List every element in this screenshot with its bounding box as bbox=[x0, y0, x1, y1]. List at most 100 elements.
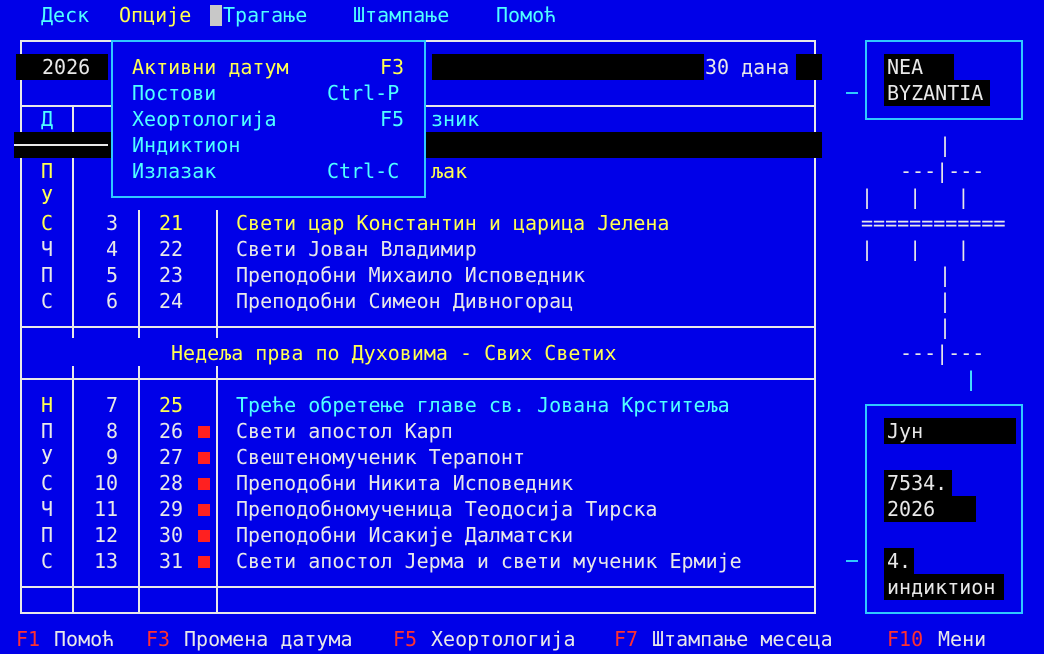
row-title: љак bbox=[431, 159, 468, 183]
row-julian-day: 26 bbox=[159, 419, 184, 443]
dropdown-item-shortcut: F3 bbox=[380, 55, 405, 79]
row-title: Преподобни Михаило Исповедник bbox=[236, 263, 586, 287]
row-julian-day: 27 bbox=[159, 445, 184, 469]
row-weekday: П bbox=[41, 263, 54, 287]
cross-line: | | | bbox=[861, 237, 970, 261]
row-weekday: П bbox=[41, 523, 54, 547]
info-connector bbox=[846, 560, 858, 562]
hotkey-key: F5 bbox=[393, 627, 418, 651]
dropdown-item-shortcut: Ctrl-P bbox=[327, 81, 400, 105]
row-julian-day: 31 bbox=[159, 549, 184, 573]
hotkey-key: F1 bbox=[16, 627, 41, 651]
row-title: Свети Јован Владимир bbox=[236, 237, 477, 261]
row-weekday: П bbox=[41, 159, 54, 183]
cross-line: | bbox=[939, 315, 952, 339]
fast-marker-icon bbox=[198, 556, 210, 568]
fast-marker-icon bbox=[198, 478, 210, 490]
row-civil-day: 11 bbox=[94, 497, 119, 521]
row-civil-day: 4 bbox=[106, 237, 119, 261]
col-sep bbox=[138, 366, 140, 612]
logo-line-1: NEA bbox=[887, 55, 924, 79]
row-civil-day: 13 bbox=[94, 549, 119, 573]
cross-line: | bbox=[965, 367, 978, 391]
row-title: Свети апостол Јерма и свети мученик Ерми… bbox=[236, 549, 742, 573]
row-civil-day: 9 bbox=[106, 445, 119, 469]
row-weekday: Ч bbox=[41, 497, 54, 521]
fast-marker-icon bbox=[198, 426, 210, 438]
logo-line-2: BYZANTIA bbox=[887, 81, 984, 105]
row-title: Свештеномученик Терапонт bbox=[236, 445, 525, 469]
row-weekday: С bbox=[41, 211, 54, 235]
row-julian-day: 30 bbox=[159, 523, 184, 547]
fast-marker-icon bbox=[198, 452, 210, 464]
civil-year: 2026 bbox=[887, 497, 936, 521]
row-weekday: С bbox=[41, 289, 54, 313]
col-sep bbox=[138, 210, 140, 338]
header-bar-end bbox=[796, 54, 822, 80]
year-field[interactable]: 2026 bbox=[42, 54, 90, 80]
dropdown-item-label: Хеортологија bbox=[132, 107, 277, 131]
indiction-number: 4. bbox=[887, 549, 912, 573]
hotkey-label: Помоћ bbox=[54, 627, 115, 651]
row-title: Свети цар Константин и царица Јелена bbox=[236, 211, 670, 235]
cross-line: | bbox=[939, 133, 952, 157]
row-civil-day: 12 bbox=[94, 523, 119, 547]
fast-marker-icon bbox=[198, 504, 210, 516]
dropdown-item-label: Излазак bbox=[132, 159, 217, 183]
row-civil-day: 7 bbox=[106, 393, 119, 417]
row-title: Преподобни Исакије Далматски bbox=[236, 523, 574, 547]
dropdown-item-label: Индиктион bbox=[132, 133, 241, 157]
row-julian-day: 23 bbox=[159, 263, 184, 287]
col-header-saint: зник bbox=[431, 107, 480, 131]
fast-marker-icon bbox=[198, 530, 210, 542]
row-title: Преподобномученица Теодосија Тирска bbox=[236, 497, 658, 521]
period-label: 30 дана bbox=[705, 55, 790, 79]
row-civil-day: 6 bbox=[106, 289, 119, 313]
row-title: Преподобни Никита Исповедник bbox=[236, 471, 574, 495]
col-sep bbox=[72, 158, 74, 338]
month-label: Јун bbox=[887, 419, 924, 443]
row-title: Треће обретење главе св. Јована Крститељ… bbox=[236, 393, 730, 417]
col-sep bbox=[216, 210, 218, 338]
row-weekday: С bbox=[41, 549, 54, 573]
menu-desk[interactable]: Деск bbox=[41, 2, 89, 28]
hotkey-key: F3 bbox=[146, 627, 171, 651]
hotkey-label: Мени bbox=[938, 627, 987, 651]
dropdown-item-shortcut: F5 bbox=[380, 107, 405, 131]
col-sep bbox=[216, 366, 218, 612]
row-weekday: У bbox=[41, 185, 54, 209]
row-julian-day: 29 bbox=[159, 497, 184, 521]
row-weekday: Ч bbox=[41, 237, 54, 261]
cross-line: | bbox=[939, 289, 952, 313]
terminal-screen: Деск Опције Трагање Штампање Помоћ 2026 … bbox=[0, 0, 1044, 654]
row-title: Преподобни Симеон Дивногорац bbox=[236, 289, 574, 313]
col-sep bbox=[72, 366, 74, 612]
row-julian-day: 21 bbox=[159, 211, 184, 235]
menu-options[interactable]: Опције bbox=[119, 2, 191, 28]
hotkey-key: F7 bbox=[614, 627, 639, 651]
separator-line bbox=[14, 144, 108, 146]
row-civil-day: 8 bbox=[106, 419, 119, 443]
dropdown-item-label: Активни датум bbox=[132, 55, 289, 79]
logo-connector bbox=[846, 92, 858, 94]
cross-line: ============ bbox=[861, 211, 1006, 235]
title-bar bbox=[432, 54, 704, 80]
row-julian-day: 28 bbox=[159, 471, 184, 495]
row-julian-day: 25 bbox=[159, 393, 184, 417]
indiction-label: индиктион bbox=[887, 575, 996, 599]
menu-search[interactable]: Трагање bbox=[223, 2, 307, 28]
row-civil-day: 3 bbox=[106, 211, 119, 235]
text-cursor bbox=[210, 5, 222, 26]
menu-print[interactable]: Штампање bbox=[353, 2, 449, 28]
hotkey-label: Хеортологија bbox=[431, 627, 576, 651]
row-julian-day: 22 bbox=[159, 237, 184, 261]
menu-help[interactable]: Помоћ bbox=[496, 2, 556, 28]
cross-line: | | | bbox=[861, 185, 970, 209]
row-civil-day: 5 bbox=[106, 263, 119, 287]
row-civil-day: 10 bbox=[94, 471, 119, 495]
row-weekday: С bbox=[41, 471, 54, 495]
row-title: Свети апостол Карп bbox=[236, 419, 453, 443]
dropdown-item-shortcut: Ctrl-C bbox=[327, 159, 400, 183]
cross-line: | bbox=[939, 263, 952, 287]
row-weekday: Н bbox=[41, 393, 54, 417]
